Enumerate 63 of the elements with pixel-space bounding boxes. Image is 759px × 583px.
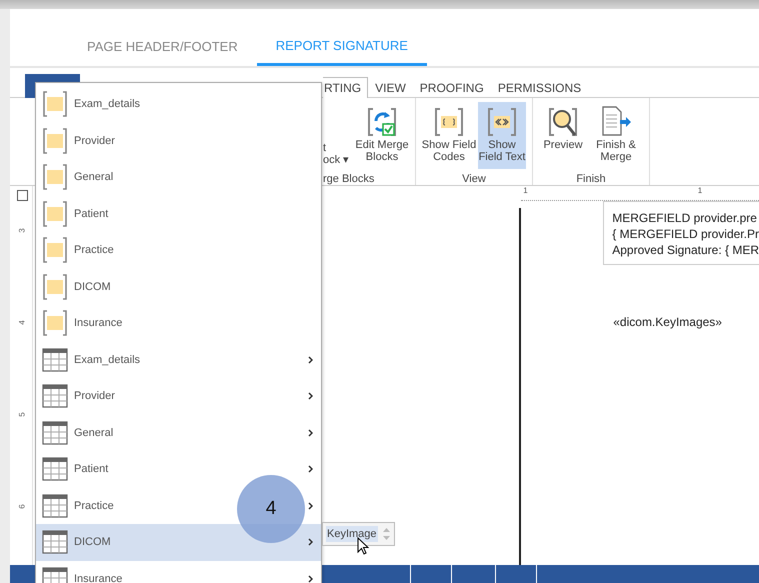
spinner-icon[interactable] [382,526,391,542]
table-icon [42,383,68,410]
merge-block-icon [42,164,68,190]
menu-item[interactable]: Exam_details [36,86,321,122]
tab-stop-icon [17,190,28,201]
table-icon [42,346,68,373]
merge-field: «dicom.KeyImages» [613,315,759,329]
edit-blocks-icon [366,105,398,139]
ribbon-tab[interactable]: VIEW [368,77,413,97]
ribbon-button[interactable]: Preview [539,102,587,169]
merge-block-icon [42,91,68,118]
ribbon-tab[interactable]: RTING [323,77,368,98]
chevron-right-icon [308,356,313,364]
ribbon-button[interactable]: Show Field Text [478,102,526,169]
merge-block-icon [42,274,68,300]
menu-item[interactable]: Provider [36,122,321,159]
table-icon [42,492,68,519]
chevron-right-icon [308,428,313,437]
menu-item[interactable]: DICOM [36,268,321,305]
menu-item[interactable]: DICOM [36,524,321,560]
table-icon [42,529,68,556]
text-line: Approved Signature: { MER [612,242,759,258]
chevron-right-icon [308,392,313,400]
group-label: rge Blocks [323,173,374,185]
ruler-number: 6 [18,504,27,509]
ribbon-tab[interactable]: PERMISSIONS [490,77,588,97]
merge-block-icon [42,237,68,264]
ruler-number: 1 [523,186,528,197]
menu-item[interactable]: Insurance [36,560,321,583]
menu-item[interactable]: Patient [36,196,321,232]
ribbon-tab[interactable]: PROOFING [412,77,491,97]
ruler-number: 4 [18,320,27,325]
chevron-right-icon [308,465,313,474]
chevron-right-icon [308,574,313,583]
text-line: { MERGEFIELD provider.Pr [612,226,759,242]
ribbon-button[interactable]: Edit Merge Blocks [355,102,409,169]
ruler-number: 3 [18,228,27,233]
merge-block-icon [42,310,68,336]
merge-block-icon [42,128,68,154]
menu-item[interactable]: Insurance [36,305,321,342]
field-text-icon [486,105,518,139]
ribbon-button[interactable]: Show Field Codes [422,102,476,169]
menu-item[interactable]: Exam_details [36,342,321,378]
tab[interactable]: PAGE HEADER/FOOTER [68,9,257,66]
merge-block-icon [42,200,68,227]
field-codes-icon [433,105,465,139]
table-icon [42,456,68,482]
ribbon-button[interactable]: Finish & Merge [589,102,643,169]
text-line: MERGEFIELD provider.pre [612,210,758,226]
menu-item[interactable]: General [36,414,321,451]
menu-item[interactable]: Provider [36,378,321,414]
chevron-right-icon [308,538,313,546]
group-label: Finish [576,173,606,185]
chevron-right-icon [308,502,313,510]
ruler-number: 1 [698,186,702,197]
ruler-number: 5 [18,412,27,417]
submenu-item[interactable]: KeyImage [326,526,378,542]
group-label: View [462,173,486,185]
table-icon [42,420,68,446]
ribbon-button[interactable]: t ock ▾ [323,102,353,169]
menu-item[interactable]: Practice [36,232,321,268]
magnifier-icon [547,105,579,139]
menu-item[interactable]: General [36,159,321,196]
